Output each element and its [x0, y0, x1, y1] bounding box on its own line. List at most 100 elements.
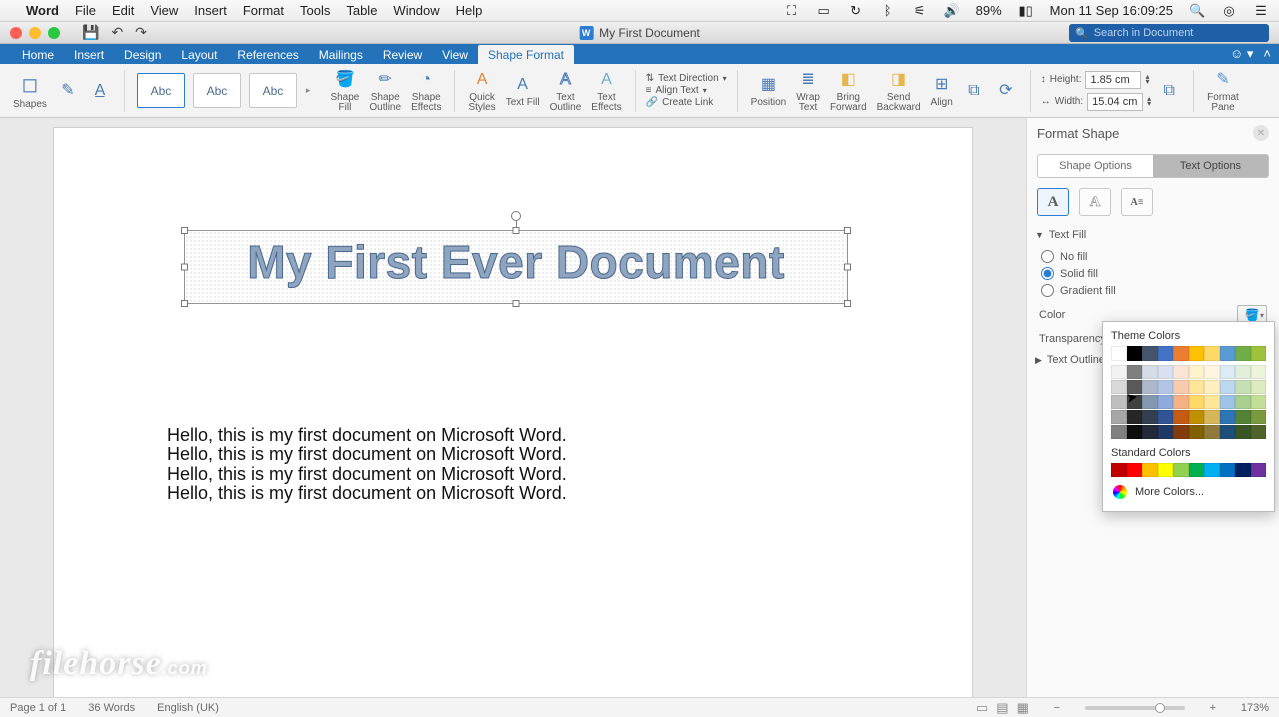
color-swatch[interactable] — [1173, 380, 1189, 394]
align-button[interactable]: ⊞Align — [928, 72, 956, 110]
resize-handle-w[interactable] — [181, 264, 188, 271]
document-canvas[interactable]: My First Ever Document Hello, this is my… — [0, 118, 1026, 697]
format-pane-button[interactable]: ✎Format Pane — [1204, 67, 1242, 115]
color-swatch[interactable] — [1204, 365, 1220, 379]
siri-icon[interactable]: ◎ — [1221, 3, 1237, 19]
wordart-text[interactable]: My First Ever Document — [185, 231, 847, 289]
view-web-icon[interactable]: ▦ — [1017, 700, 1029, 716]
color-swatch[interactable] — [1220, 410, 1236, 424]
timemachine-icon[interactable]: ↻ — [848, 3, 864, 19]
color-swatch[interactable] — [1235, 425, 1251, 439]
gradient-fill-radio[interactable]: Gradient fill — [1041, 282, 1265, 299]
menu-insert[interactable]: Insert — [194, 3, 227, 18]
color-swatch[interactable] — [1235, 463, 1251, 477]
color-swatch[interactable] — [1142, 380, 1158, 394]
resize-handle-e[interactable] — [844, 264, 851, 271]
qat-redo-icon[interactable]: ↷ — [135, 24, 147, 41]
color-swatch[interactable] — [1173, 346, 1189, 361]
menu-help[interactable]: Help — [456, 3, 483, 18]
color-swatch[interactable] — [1204, 395, 1220, 409]
resize-handle-se[interactable] — [844, 300, 851, 307]
menu-table[interactable]: Table — [346, 3, 377, 18]
crop-button[interactable]: ⧉ — [1155, 78, 1183, 104]
shape-effects-button[interactable]: ◔Shape Effects — [408, 67, 444, 115]
color-swatch[interactable] — [1220, 425, 1236, 439]
text-direction-button[interactable]: ⇅Text Direction▾ — [646, 73, 727, 84]
color-swatch[interactable] — [1142, 346, 1158, 361]
pane-close-icon[interactable]: ✕ — [1253, 125, 1269, 141]
resize-handle-sw[interactable] — [181, 300, 188, 307]
color-swatch[interactable] — [1111, 346, 1127, 361]
text-outline-button[interactable]: AText Outline — [547, 67, 585, 115]
zoom-slider[interactable] — [1085, 706, 1185, 710]
align-text-button[interactable]: ≡Align Text▾ — [646, 85, 727, 96]
app-menu[interactable]: Word — [26, 3, 59, 18]
color-swatch[interactable] — [1111, 463, 1127, 477]
color-swatch[interactable] — [1111, 410, 1127, 424]
color-swatch[interactable] — [1142, 463, 1158, 477]
menu-window[interactable]: Window — [393, 3, 439, 18]
color-swatch[interactable] — [1251, 365, 1267, 379]
zoom-pct[interactable]: 173% — [1241, 702, 1269, 714]
search-in-document[interactable]: 🔍 Search in Document — [1069, 24, 1269, 42]
color-swatch[interactable] — [1142, 425, 1158, 439]
width-stepper[interactable]: ▴▾ — [1147, 97, 1151, 107]
bluetooth-icon[interactable]: ᛒ — [880, 3, 896, 18]
color-swatch[interactable] — [1111, 365, 1127, 379]
color-swatch[interactable] — [1220, 380, 1236, 394]
resize-handle-s[interactable] — [513, 300, 520, 307]
color-swatch[interactable] — [1220, 365, 1236, 379]
menu-tools[interactable]: Tools — [300, 3, 330, 18]
shape-options-tab[interactable]: Shape Options — [1038, 155, 1153, 177]
color-swatch[interactable] — [1142, 395, 1158, 409]
status-page[interactable]: Page 1 of 1 — [10, 702, 66, 714]
color-swatch[interactable] — [1235, 410, 1251, 424]
menu-view[interactable]: View — [150, 3, 178, 18]
view-print-icon[interactable]: ▤ — [996, 700, 1008, 716]
color-swatch[interactable] — [1173, 463, 1189, 477]
status-language[interactable]: English (UK) — [157, 702, 219, 714]
color-swatch[interactable] — [1158, 365, 1174, 379]
color-swatch[interactable] — [1204, 346, 1220, 361]
color-swatch[interactable] — [1220, 395, 1236, 409]
menu-file[interactable]: File — [75, 3, 96, 18]
body-text[interactable]: Hello, this is my first document on Micr… — [167, 426, 567, 503]
color-swatch[interactable] — [1173, 395, 1189, 409]
color-swatch[interactable] — [1251, 463, 1267, 477]
color-swatch[interactable] — [1204, 425, 1220, 439]
text-fill-section[interactable]: ▼Text Fill — [1027, 224, 1279, 246]
text-effects-tab[interactable]: A — [1079, 188, 1111, 216]
tab-review[interactable]: Review — [373, 45, 432, 64]
tab-mailings[interactable]: Mailings — [309, 45, 373, 64]
shape-style-2[interactable]: Abc — [193, 73, 241, 108]
wifi-icon[interactable]: ⚟ — [912, 3, 928, 19]
color-swatch[interactable] — [1127, 463, 1143, 477]
text-box-button[interactable]: A̲ — [86, 78, 114, 104]
color-swatch[interactable] — [1251, 410, 1267, 424]
color-swatch[interactable] — [1158, 425, 1174, 439]
shape-style-1[interactable]: Abc — [137, 73, 185, 108]
position-button[interactable]: ▦Position — [748, 72, 790, 110]
zoom-in-button[interactable]: + — [1207, 702, 1219, 714]
color-swatch[interactable] — [1127, 346, 1143, 361]
qat-undo-icon[interactable]: ↶ — [111, 24, 123, 41]
color-swatch[interactable] — [1189, 346, 1205, 361]
shape-fill-button[interactable]: 🪣Shape Fill — [327, 67, 362, 115]
color-swatch[interactable] — [1189, 395, 1205, 409]
text-fill-outline-tab[interactable]: A — [1037, 188, 1069, 216]
color-swatch[interactable] — [1158, 395, 1174, 409]
color-swatch[interactable] — [1173, 365, 1189, 379]
height-field[interactable]: 1.85 cm — [1085, 71, 1141, 89]
wrap-text-button[interactable]: ≣Wrap Text — [793, 67, 823, 115]
wordart-shape[interactable]: My First Ever Document — [184, 230, 848, 304]
bring-forward-button[interactable]: ◧Bring Forward — [827, 67, 870, 115]
menu-format[interactable]: Format — [243, 3, 284, 18]
text-options-tab[interactable]: Text Options — [1153, 155, 1268, 177]
color-swatch[interactable] — [1251, 380, 1267, 394]
color-swatch[interactable] — [1235, 395, 1251, 409]
resize-handle-nw[interactable] — [181, 227, 188, 234]
color-swatch[interactable] — [1204, 410, 1220, 424]
color-swatch[interactable] — [1235, 380, 1251, 394]
screen-icon[interactable]: ⛶ — [784, 3, 800, 19]
color-swatch[interactable] — [1251, 346, 1267, 361]
